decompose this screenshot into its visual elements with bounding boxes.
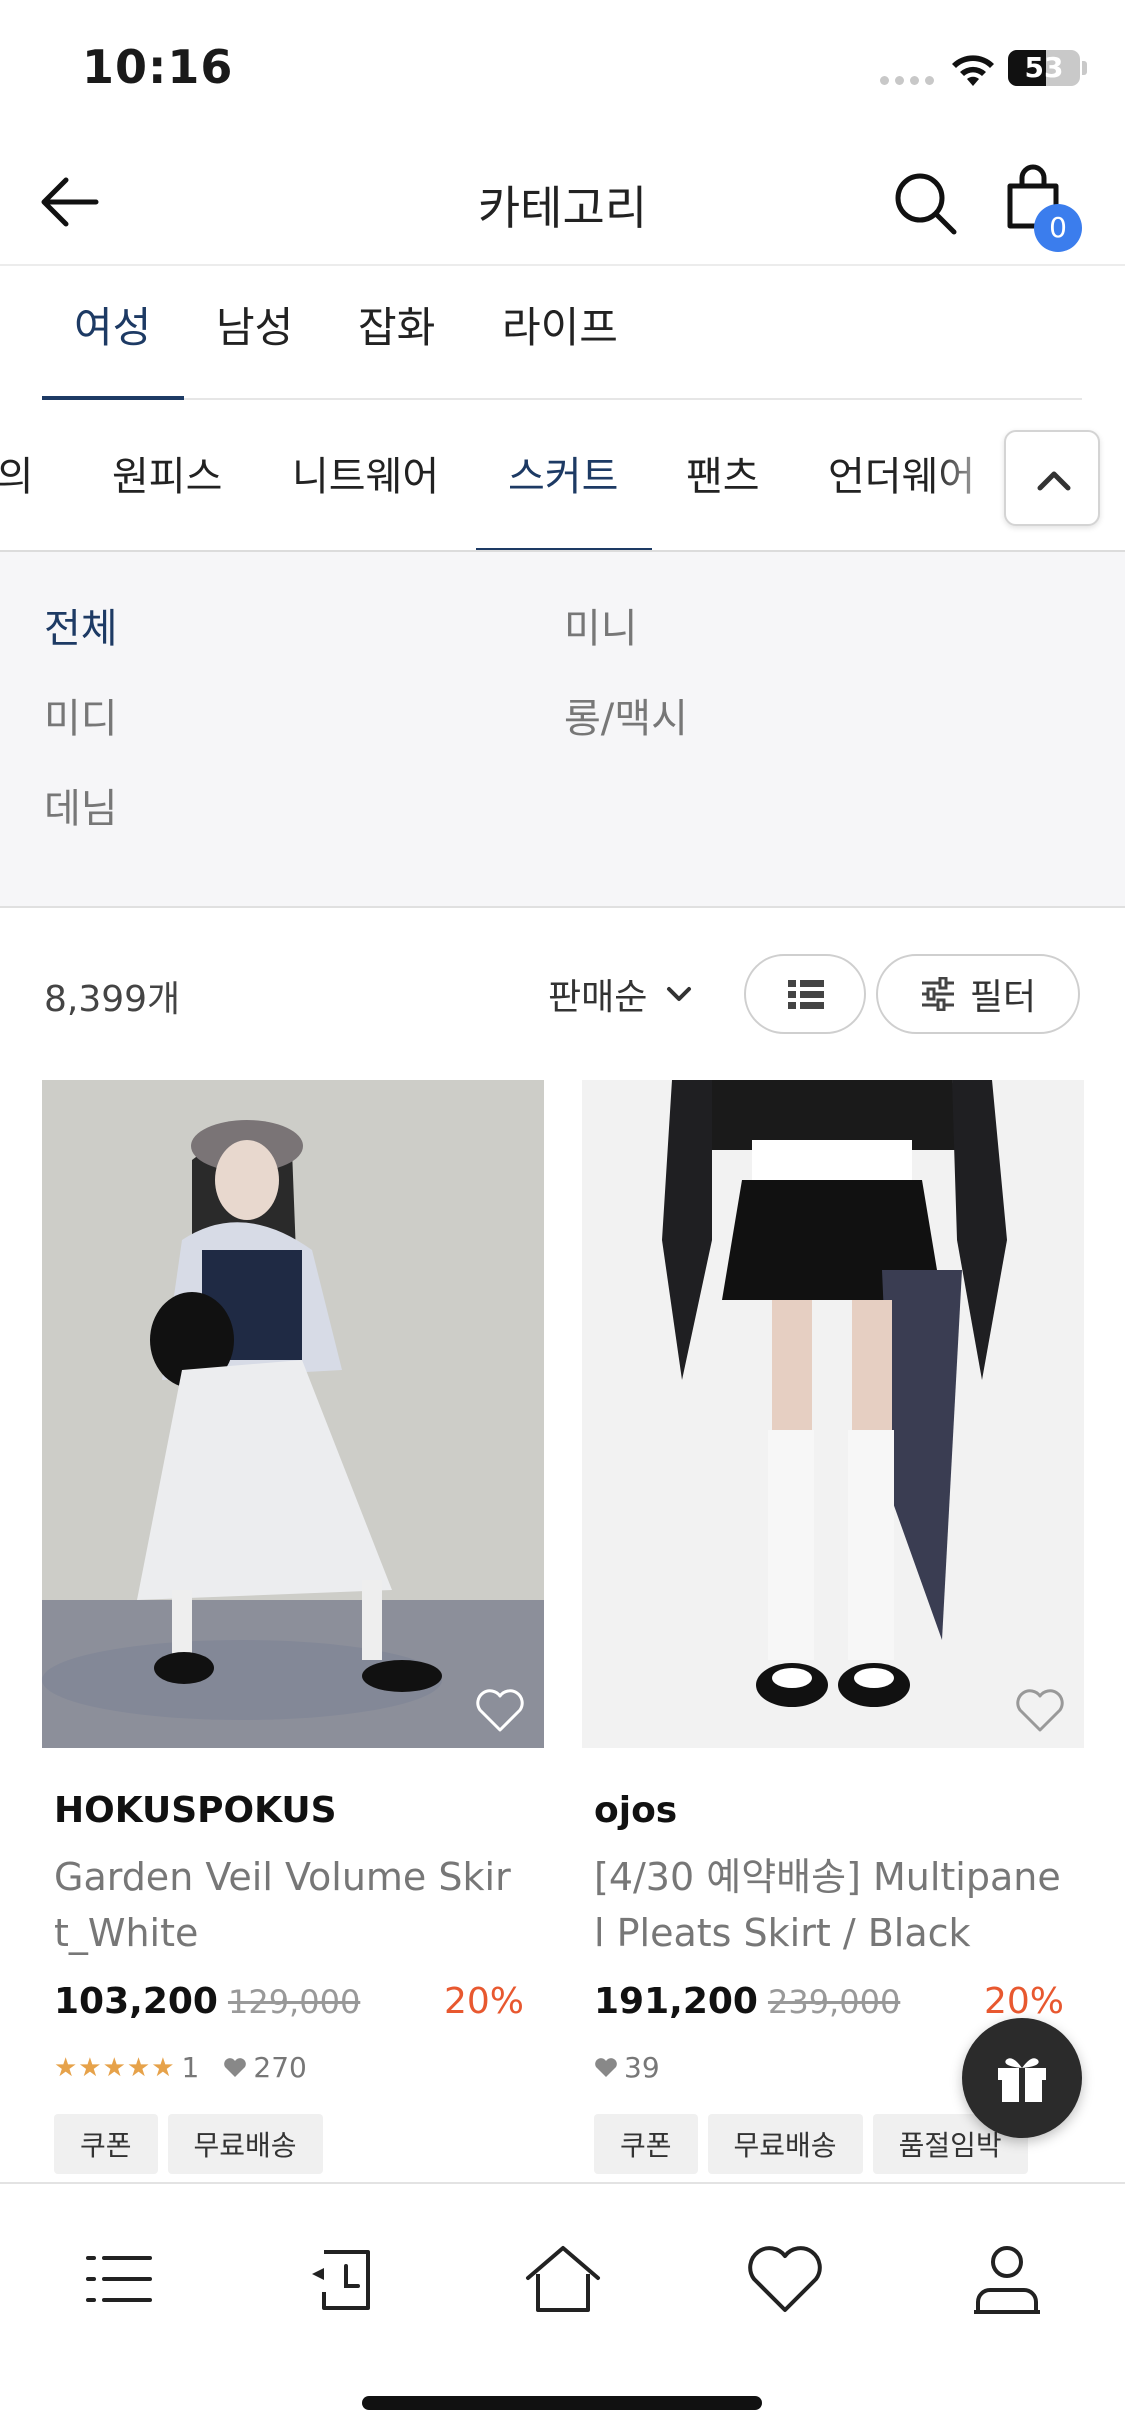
like-count: 270 bbox=[253, 2051, 307, 2084]
menu-icon[interactable] bbox=[74, 2234, 164, 2324]
tab-tops[interactable]: 상의 bbox=[0, 444, 34, 502]
subcategory-mini[interactable]: 미니 bbox=[564, 596, 638, 654]
heart-icon bbox=[595, 2057, 617, 2077]
heart-icon[interactable] bbox=[1014, 1686, 1066, 1734]
review-count: 1 bbox=[181, 2051, 200, 2084]
battery-icon: 53 bbox=[1008, 50, 1080, 86]
product-tags: 쿠폰 무료배송 bbox=[54, 2114, 544, 2174]
status-time: 10:16 bbox=[82, 40, 234, 94]
cart-count-badge: 0 bbox=[1034, 204, 1082, 252]
filter-label: 필터 bbox=[969, 977, 1037, 1018]
tag-coupon: 쿠폰 bbox=[54, 2114, 158, 2174]
product-brand: HOKUSPOKUS bbox=[54, 1790, 337, 1831]
price-row: 103,200 129,000 20% bbox=[54, 1981, 544, 2029]
product-brand: ojos bbox=[594, 1790, 678, 1831]
tag-coupon: 쿠폰 bbox=[594, 2114, 698, 2174]
search-icon[interactable] bbox=[890, 168, 960, 238]
top-header: 카테고리 0 bbox=[0, 140, 1125, 266]
tag-free-shipping: 무료배송 bbox=[707, 2114, 863, 2174]
home-indicator bbox=[362, 2396, 762, 2410]
tab-divider bbox=[42, 398, 1082, 400]
tab-skirts[interactable]: 스커트 bbox=[508, 444, 618, 502]
chevron-down-icon bbox=[667, 987, 692, 1001]
gift-icon bbox=[998, 2058, 1046, 2102]
original-price: 129,000 bbox=[227, 1983, 361, 2021]
filter-sliders-icon bbox=[921, 977, 954, 1011]
product-meta: ★★★★★ 1 270 bbox=[54, 2051, 544, 2084]
product-price: 103,200 bbox=[54, 1981, 218, 2022]
list-toolbar: 8,399개 판매순 필터 bbox=[0, 908, 1125, 1080]
product-card[interactable]: HOKUSPOKUS Garden Veil Volume Skirt_Whit… bbox=[42, 1080, 544, 2174]
original-price: 239,000 bbox=[767, 1983, 901, 2021]
product-count: 8,399개 bbox=[44, 979, 181, 1020]
like-count: 39 bbox=[624, 2051, 660, 2084]
battery-nub bbox=[1082, 61, 1087, 75]
rating-stars: ★★★★★ bbox=[54, 2052, 176, 2083]
list-view-icon bbox=[788, 980, 824, 1009]
product-photo bbox=[42, 1080, 544, 1748]
product-photo bbox=[582, 1080, 1084, 1748]
wifi-icon bbox=[952, 55, 994, 86]
subcategory-midi[interactable]: 미디 bbox=[44, 686, 118, 744]
status-bar: 10:16 53 bbox=[0, 0, 1125, 140]
collapse-categories-button[interactable] bbox=[1004, 430, 1100, 526]
subcategory-denim[interactable]: 데님 bbox=[44, 776, 118, 834]
tab-accessories[interactable]: 잡화 bbox=[358, 294, 435, 355]
chevron-up-icon bbox=[1037, 471, 1071, 491]
tab-dresses[interactable]: 원피스 bbox=[112, 444, 222, 502]
heart-icon[interactable] bbox=[474, 1686, 526, 1734]
product-image[interactable] bbox=[42, 1080, 544, 1748]
gift-button[interactable] bbox=[962, 2018, 1082, 2138]
signal-icon bbox=[880, 76, 934, 85]
discount-rate: 20% bbox=[983, 1981, 1064, 2022]
tab-men[interactable]: 남성 bbox=[216, 294, 293, 355]
recent-icon[interactable] bbox=[296, 2234, 386, 2324]
heart-icon bbox=[224, 2057, 247, 2077]
sort-dropdown[interactable]: 판매순 bbox=[548, 968, 693, 1020]
product-name[interactable]: Garden Veil Volume Skirt_White bbox=[54, 1849, 524, 1961]
product-card[interactable]: ojos [4/30 예약배송] Multipanel Pleats Skirt… bbox=[582, 1080, 1084, 2174]
gender-tabs: 여성 남성 잡화 라이프 bbox=[0, 268, 1125, 402]
subcategory-all[interactable]: 전체 bbox=[44, 596, 118, 654]
tab-women[interactable]: 여성 bbox=[74, 294, 151, 355]
tab-knitwear[interactable]: 니트웨어 bbox=[292, 444, 439, 502]
heart-icon[interactable] bbox=[740, 2234, 830, 2324]
view-toggle-button[interactable] bbox=[744, 954, 866, 1034]
battery-level: 53 bbox=[1024, 51, 1064, 84]
tab-life[interactable]: 라이프 bbox=[502, 294, 618, 355]
tag-free-shipping: 무료배송 bbox=[167, 2114, 323, 2174]
sort-label: 판매순 bbox=[548, 977, 648, 1018]
tab-pants[interactable]: 팬츠 bbox=[686, 444, 760, 502]
home-icon[interactable] bbox=[518, 2234, 608, 2324]
user-icon[interactable] bbox=[962, 2234, 1052, 2324]
category-tabs: 상의 원피스 니트웨어 스커트 팬츠 언더웨어 bbox=[0, 402, 1125, 552]
filter-button[interactable]: 필터 bbox=[876, 954, 1080, 1034]
discount-rate: 20% bbox=[443, 1981, 524, 2022]
tabs-fade bbox=[935, 402, 1005, 542]
subcategory-panel: 전체 미니 미디 롱/맥시 데님 bbox=[0, 552, 1125, 908]
product-name[interactable]: [4/30 예약배송] Multipanel Pleats Skirt / Bl… bbox=[594, 1849, 1064, 1961]
product-price: 191,200 bbox=[594, 1981, 758, 2022]
cart-button[interactable]: 0 bbox=[1000, 162, 1090, 252]
product-image[interactable] bbox=[582, 1080, 1084, 1748]
active-tab-indicator bbox=[42, 396, 184, 400]
subcategory-long-maxi[interactable]: 롱/맥시 bbox=[564, 686, 688, 744]
